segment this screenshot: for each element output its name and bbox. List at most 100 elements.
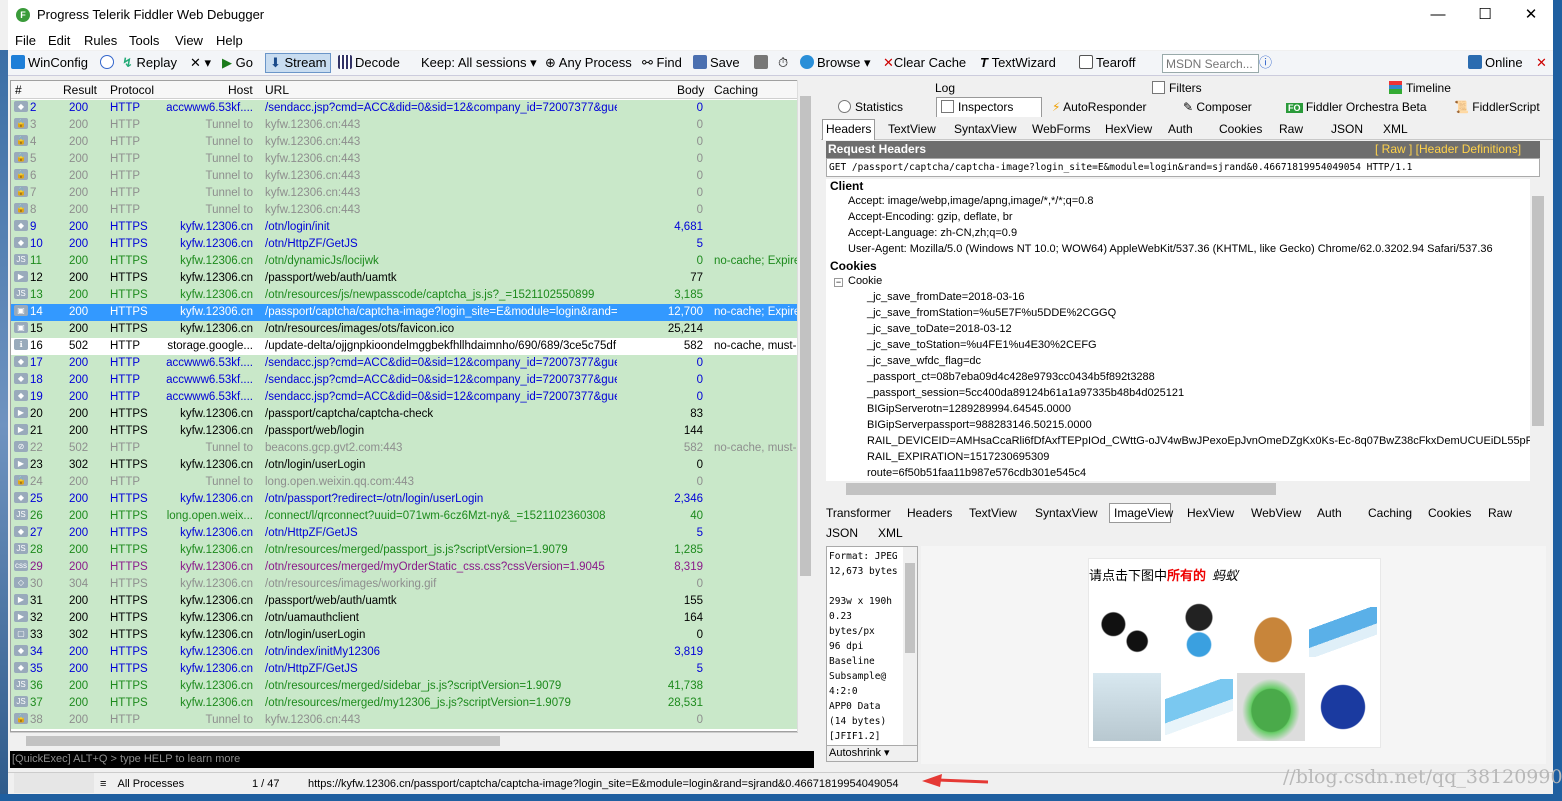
tab-filters[interactable]: Filters	[1152, 81, 1202, 95]
session-row[interactable]: ◆ 17 200 HTTP accwww6.53kf..../sendacc.jsp?c…	[11, 355, 797, 372]
cookie-node[interactable]: Cookie	[848, 275, 882, 287]
req-tab-json[interactable]: JSON	[1331, 122, 1363, 136]
resp-tab-raw[interactable]: Raw	[1488, 506, 1512, 520]
session-hscroll-thumb[interactable]	[26, 736, 500, 746]
header-line[interactable]: Accept-Encoding: gzip, deflate, br	[848, 211, 1012, 223]
maximize-button[interactable]: ☐	[1470, 4, 1500, 26]
col-url[interactable]: URL	[265, 83, 289, 97]
tearoff-button[interactable]: Tearoff	[1079, 55, 1136, 73]
msdn-search-input[interactable]	[1162, 54, 1259, 73]
resp-tab-imageview[interactable]: ImageView	[1109, 503, 1173, 523]
browse-button[interactable]: Browse ▾	[800, 55, 871, 73]
comment-button[interactable]	[100, 55, 117, 73]
find-button[interactable]: ⚯ Find	[642, 55, 682, 73]
client-group[interactable]: Client	[830, 179, 863, 193]
menu-view[interactable]: View	[175, 33, 203, 48]
session-row[interactable]: 🔒 7 200 HTTP Tunnel to kyfw.12306.cn:443 0	[11, 185, 797, 202]
session-row[interactable]: 🔒 8 200 HTTP Tunnel to kyfw.12306.cn:443 0	[11, 202, 797, 219]
keep-sessions-dropdown[interactable]: Keep: All sessions ▾	[421, 55, 537, 73]
resp-tab-syntaxview[interactable]: SyntaxView	[1035, 506, 1097, 520]
req-tab-raw[interactable]: Raw	[1279, 122, 1303, 136]
headers-vscroll-thumb[interactable]	[1532, 196, 1544, 426]
header-tree[interactable]: Client Accept: image/webp,image/apng,ima…	[826, 179, 1530, 481]
col-body[interactable]: Body	[677, 83, 704, 97]
session-row[interactable]: ▣ 15 200 HTTPS kyfw.12306.cn/otn/resources/i…	[11, 321, 797, 338]
tab-statistics[interactable]: Statistics	[838, 100, 903, 114]
collapse-toggle-icon[interactable]: −	[834, 278, 843, 287]
session-row[interactable]: ◆ 18 200 HTTP accwww6.53kf..../sendacc.jsp?c…	[11, 372, 797, 389]
req-tab-auth[interactable]: Auth	[1168, 122, 1193, 136]
session-row[interactable]: ▶ 31 200 HTTPS kyfw.12306.cn/passport/web/au…	[11, 593, 797, 610]
session-row[interactable]: 🔒 6 200 HTTP Tunnel to kyfw.12306.cn:443 0	[11, 168, 797, 185]
col-protocol[interactable]: Protocol	[110, 83, 154, 97]
resp-tab-json[interactable]: JSON	[826, 526, 858, 540]
col-number[interactable]: #	[15, 83, 22, 97]
session-row[interactable]: ▶ 23 302 HTTPS kyfw.12306.cn/otn/login/userL…	[11, 457, 797, 474]
session-row[interactable]: ▣ 14 200 HTTPS kyfw.12306.cn/passport/captch…	[11, 304, 797, 321]
col-caching[interactable]: Caching	[714, 83, 758, 97]
cookie-line[interactable]: RAIL_EXPIRATION=1517230695309	[867, 451, 1049, 463]
req-tab-hexview[interactable]: HexView	[1105, 122, 1152, 136]
session-row[interactable]: JS 26 200 HTTPS long.open.weix.../connect/l/…	[11, 508, 797, 525]
req-tab-syntaxview[interactable]: SyntaxView	[954, 122, 1016, 136]
menu-tools[interactable]: Tools	[129, 33, 159, 48]
session-row[interactable]: 🔒 4 200 HTTP Tunnel to kyfw.12306.cn:443 0	[11, 134, 797, 151]
session-list[interactable]: # Result Protocol Host URL Body Caching …	[10, 80, 798, 732]
session-row[interactable]: JS 13 200 HTTPS kyfw.12306.cn/otn/resources/…	[11, 287, 797, 304]
session-row[interactable]: ◆ 35 200 HTTPS kyfw.12306.cn/otn/HttpZF/GetJ…	[11, 661, 797, 678]
go-button[interactable]: ▶ Go	[222, 55, 253, 73]
session-row[interactable]: JS 37 200 HTTPS kyfw.12306.cn/otn/resources/…	[11, 695, 797, 712]
session-row[interactable]: ◆ 25 200 HTTPS kyfw.12306.cn/otn/passport?re…	[11, 491, 797, 508]
resp-tab-cookies[interactable]: Cookies	[1428, 506, 1471, 520]
any-process-button[interactable]: ⊕ Any Process	[545, 55, 632, 73]
menu-help[interactable]: Help	[216, 33, 243, 48]
cookie-line[interactable]: _passport_session=5cc400da89124b61a1a973…	[867, 387, 1184, 399]
timer-button[interactable]: ⏱	[778, 55, 788, 73]
autoshrink-select[interactable]: Autoshrink ▾	[826, 745, 918, 762]
req-tab-cookies[interactable]: Cookies	[1219, 122, 1262, 136]
resp-tab-caching[interactable]: Caching	[1368, 506, 1412, 520]
cookie-line[interactable]: _jc_save_fromStation=%u5E7F%u5DDE%2CGGQ	[867, 307, 1116, 319]
session-row[interactable]: ◆ 27 200 HTTPS kyfw.12306.cn/otn/HttpZF/GetJ…	[11, 525, 797, 542]
header-line[interactable]: Accept: image/webp,image/apng,image/*,*/…	[848, 195, 1094, 207]
request-headers-links[interactable]: [ Raw ] [Header Definitions]	[1375, 141, 1521, 158]
capture-toggle[interactable]	[14, 773, 94, 793]
stream-button[interactable]: ⬇ Stream	[265, 53, 332, 73]
decode-button[interactable]: Decode	[338, 55, 400, 73]
close-toolbar-icon[interactable]: ✕	[1536, 55, 1547, 73]
resp-tab-xml[interactable]: XML	[878, 526, 903, 540]
cookie-line[interactable]: BIGipServerpassport=988283146.50215.0000	[867, 419, 1092, 431]
session-row[interactable]: 🔒 24 200 HTTP Tunnel to long.open.weixin.qq.c…	[11, 474, 797, 491]
session-row[interactable]: ▶ 20 200 HTTPS kyfw.12306.cn/passport/captch…	[11, 406, 797, 423]
winconfig-button[interactable]: WinConfig	[11, 55, 88, 73]
metadata-vscroll-thumb[interactable]	[905, 563, 915, 653]
resp-tab-hexview[interactable]: HexView	[1187, 506, 1234, 520]
session-row[interactable]: JS 28 200 HTTPS kyfw.12306.cn/otn/resources/…	[11, 542, 797, 559]
tab-inspectors[interactable]: Inspectors	[936, 97, 1042, 117]
req-tab-textview[interactable]: TextView	[888, 122, 936, 136]
remove-menu-button[interactable]: ✕ ▾	[190, 55, 211, 73]
cookie-line[interactable]: _jc_save_toStation=%u4FE1%u4E30%2CEFG	[867, 339, 1097, 351]
menu-rules[interactable]: Rules	[84, 33, 117, 48]
col-result[interactable]: Result	[63, 83, 97, 97]
tab-log[interactable]: Log	[935, 81, 955, 95]
req-tab-xml[interactable]: XML	[1383, 122, 1408, 136]
session-row[interactable]: ▶ 21 200 HTTPS kyfw.12306.cn/passport/web/lo…	[11, 423, 797, 440]
col-host[interactable]: Host	[228, 83, 253, 97]
session-row[interactable]: 🔒 5 200 HTTP Tunnel to kyfw.12306.cn:443 0	[11, 151, 797, 168]
session-row[interactable]: ◆ 34 200 HTTPS kyfw.12306.cn/otn/index/initM…	[11, 644, 797, 661]
session-row[interactable]: ▶ 12 200 HTTPS kyfw.12306.cn/passport/web/au…	[11, 270, 797, 287]
tab-fiddlerscript[interactable]: 📜 FiddlerScript	[1454, 100, 1540, 114]
tab-timeline[interactable]: Timeline	[1389, 81, 1451, 95]
session-row[interactable]: 🔒 38 200 HTTP Tunnel to kyfw.12306.cn:443 0	[11, 712, 797, 729]
minimize-button[interactable]: —	[1423, 4, 1453, 26]
headers-hscroll-thumb[interactable]	[846, 483, 1276, 495]
screenshot-button[interactable]	[754, 55, 771, 73]
session-row[interactable]: css 29 200 HTTPS kyfw.12306.cn/otn/resources…	[11, 559, 797, 576]
online-indicator[interactable]: Online	[1468, 55, 1523, 73]
cookie-line[interactable]: RAIL_DEVICEID=AMHsaCcaRli6fDfAxfTEPpIOd_…	[867, 435, 1530, 447]
menu-file[interactable]: File	[15, 33, 36, 48]
save-button[interactable]: Save	[693, 55, 740, 73]
header-line[interactable]: Accept-Language: zh-CN,zh;q=0.9	[848, 227, 1017, 239]
quickexec-input[interactable]: [QuickExec] ALT+Q > type HELP to learn m…	[10, 751, 814, 768]
